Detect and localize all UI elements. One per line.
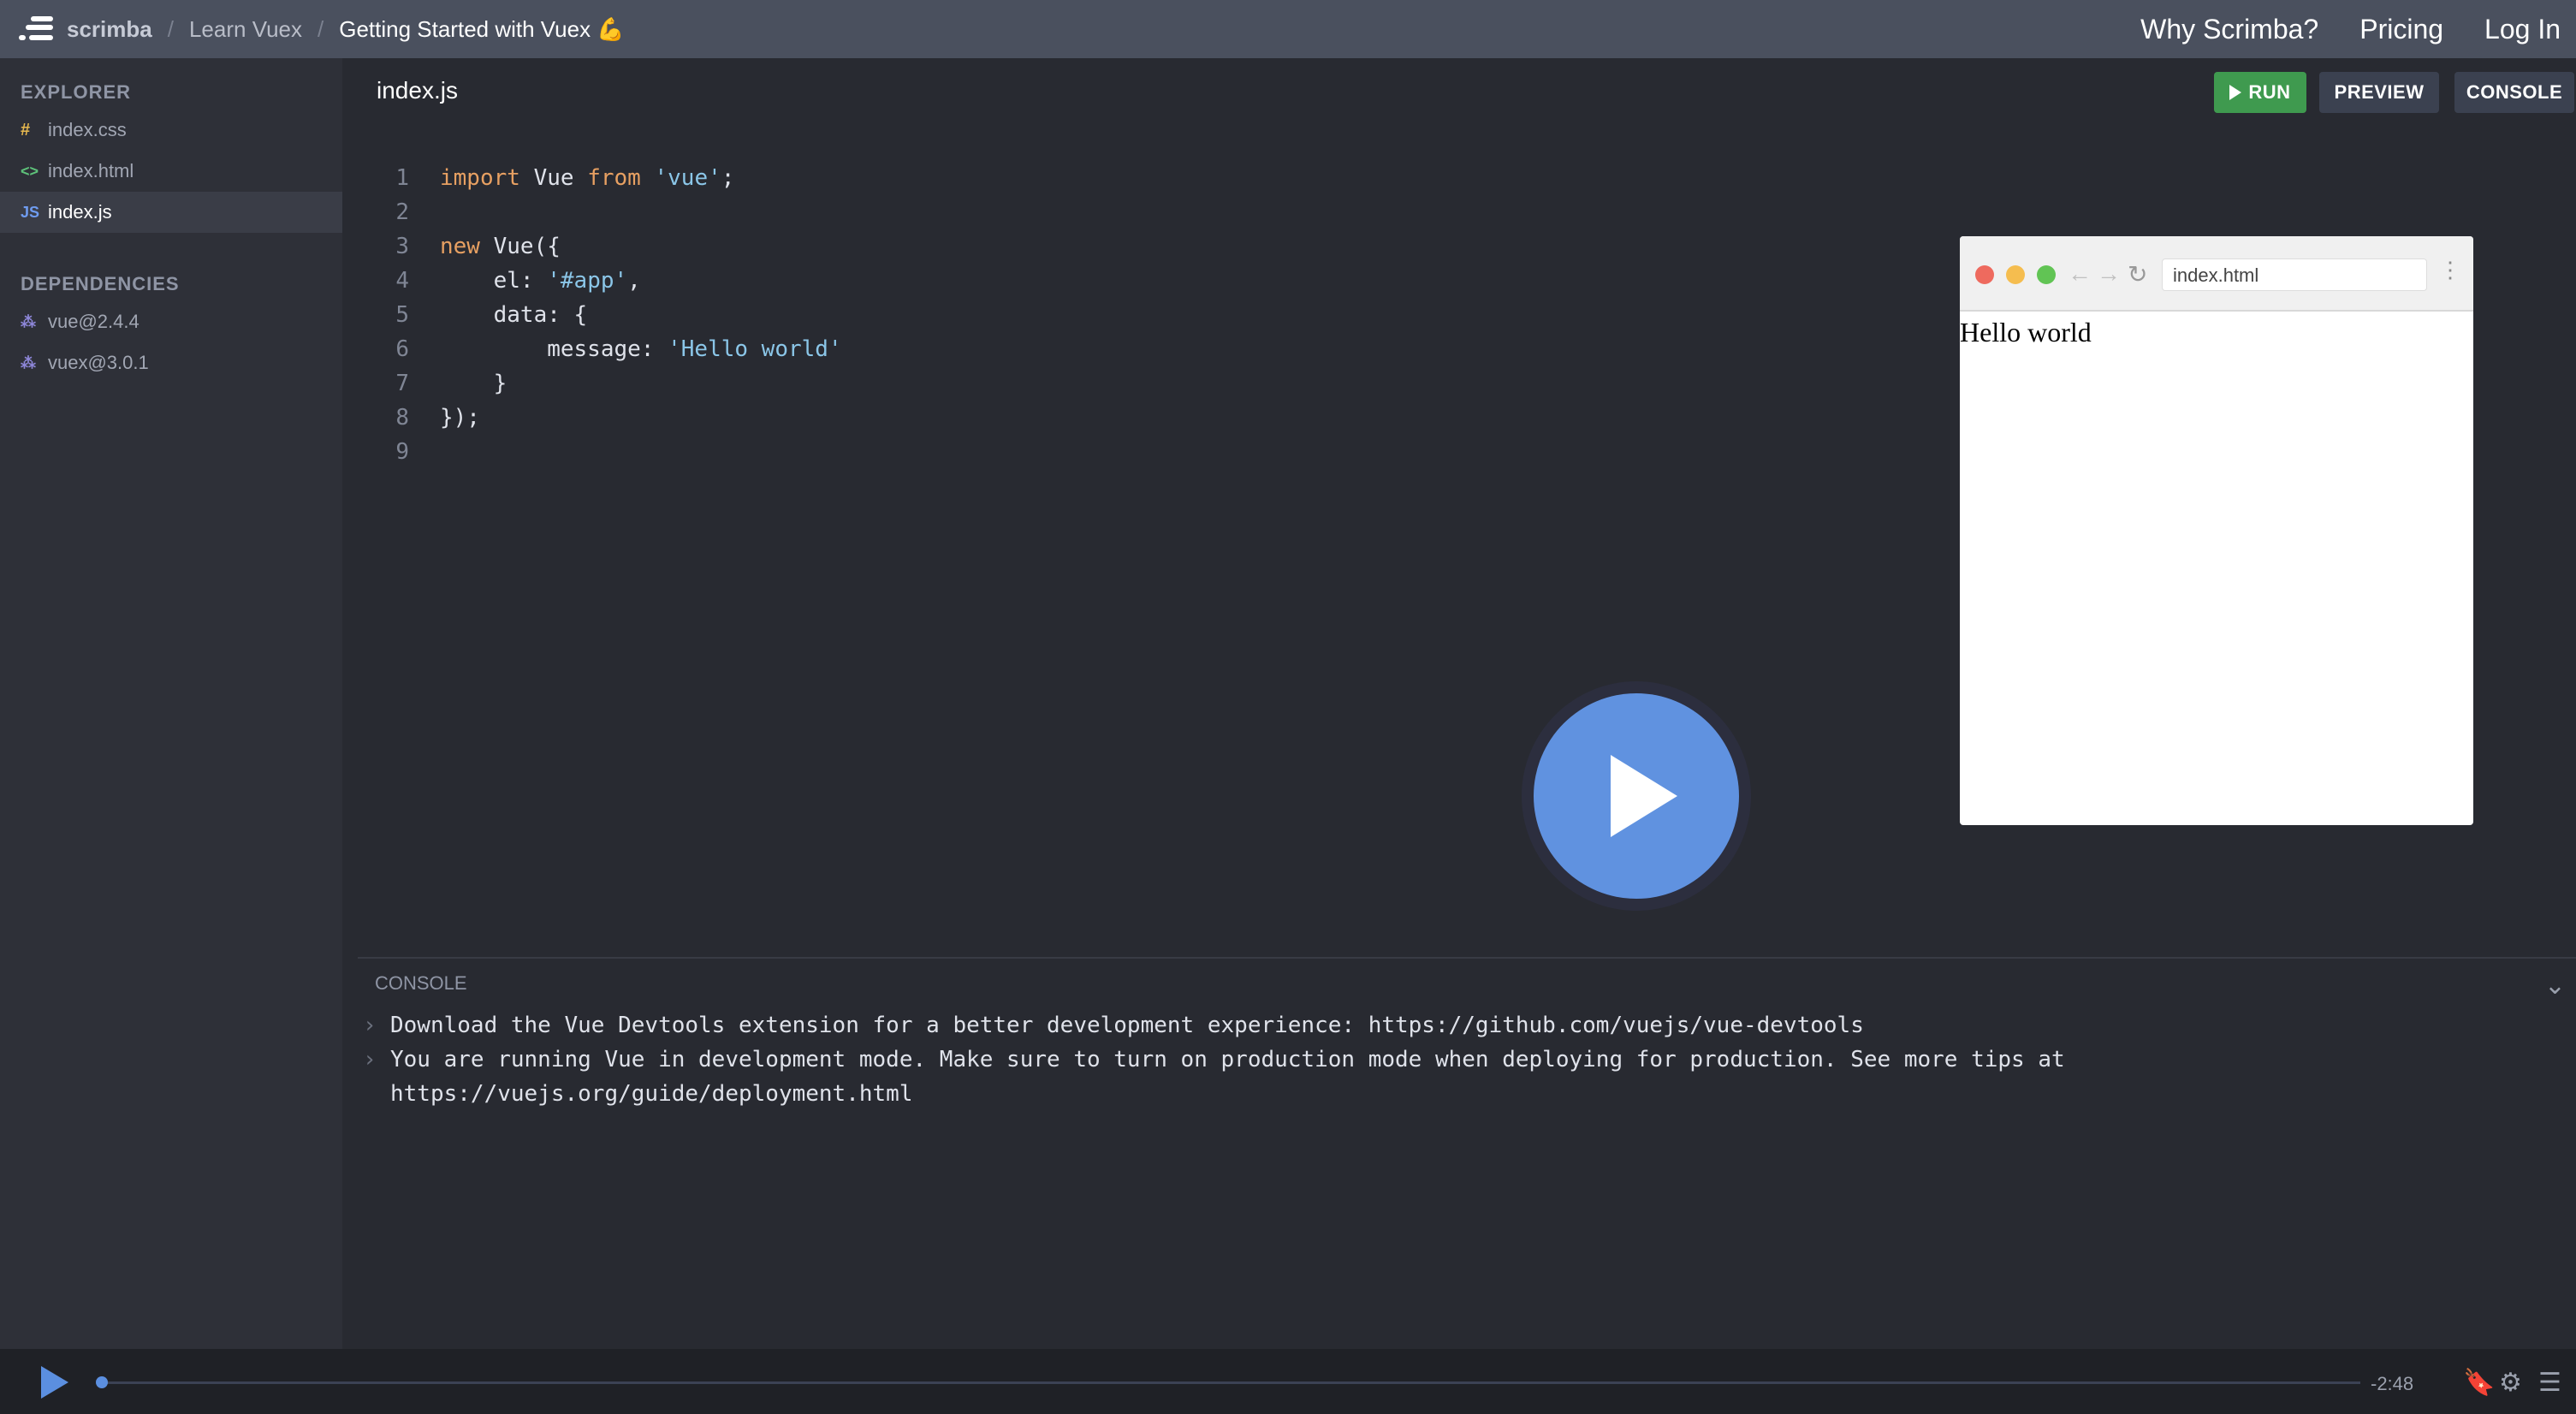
breadcrumb-lesson: Getting Started with Vuex 💪 [339,15,625,42]
code-line: 7 } [395,371,507,396]
play-icon [2229,85,2242,100]
top-bar: scrimba / Learn Vuex / Getting Started w… [0,0,2576,58]
css-file-icon: # [21,120,31,140]
chevron-down-icon[interactable]: ⌄ [2544,971,2566,1001]
code-line: 8}); [395,405,480,431]
reload-icon[interactable]: ↻ [2128,260,2147,288]
bookmark-icon[interactable]: 🔖 [2463,1368,2495,1398]
code-editor[interactable]: 1 import Vue from 'vue'; 2 3 new Vue({ 4 e… [342,161,842,469]
nav-pricing[interactable]: Pricing [2359,14,2443,45]
preview-window: ← → ↻ index.html ⋮ Hello world [1960,236,2473,825]
code-line: 1 import Vue from 'vue'; [395,165,735,191]
dependencies-heading: DEPENDENCIES [21,273,180,294]
nav-login[interactable]: Log In [2484,14,2561,45]
preview-content: Hello world [1960,317,2092,348]
file-index-css[interactable]: # index.css [0,110,342,151]
code-line: 4 el: '#app', [395,268,641,294]
settings-icon[interactable]: ⚙ [2499,1368,2522,1398]
breadcrumb-separator: / [318,15,324,42]
progress-handle[interactable] [96,1376,108,1388]
console-output: › Download the Vue Devtools extension fo… [358,1008,2065,1111]
maximize-dot-icon [2037,265,2056,284]
menu-icon[interactable]: ☰ [2538,1368,2561,1398]
code-line: 9 [395,439,409,465]
back-arrow-icon: ← [2068,260,2092,287]
top-nav: Why Scrimba? Pricing Log In [2140,0,2576,58]
console-line: › You are running Vue in development mod… [358,1043,2065,1077]
explorer-heading: EXPLORER [21,81,132,103]
package-icon: ⁂ [21,354,36,371]
run-button[interactable]: RUN [2214,72,2306,113]
kebab-menu-icon[interactable]: ⋮ [2439,257,2461,283]
breadcrumb-course[interactable]: Learn Vuex [189,16,302,43]
brand-name: scrimba [67,15,152,42]
package-icon: ⁂ [21,312,36,330]
play-icon[interactable] [41,1366,68,1399]
preview-toolbar: ← → ↻ index.html ⋮ [1960,236,2473,312]
file-label: index.html [48,160,134,181]
time-remaining: -2:48 [2371,1373,2414,1394]
console-button[interactable]: CONSOLE [2454,72,2574,113]
minimize-dot-icon [2006,265,2025,284]
scrimba-logo[interactable]: scrimba [19,15,152,44]
file-index-html[interactable]: <> index.html [0,151,342,192]
run-label: RUN [2248,81,2291,103]
chevron-right-icon: › [363,1047,377,1072]
console-line: https://vuejs.org/guide/deployment.html [390,1081,913,1107]
dependency-vuex[interactable]: ⁂ vuex@3.0.1 [0,342,342,383]
console-title: CONSOLE [375,972,467,994]
preview-button[interactable]: PREVIEW [2319,72,2439,113]
dependency-label: vuex@3.0.1 [48,352,149,373]
file-label: index.js [48,201,112,223]
progress-track[interactable] [101,1381,2360,1384]
play-icon [1611,755,1677,837]
code-line: 3 new Vue({ [395,234,561,259]
breadcrumb-separator: / [167,15,174,42]
code-line: 5 data: { [395,302,588,328]
dependency-label: vue@2.4.4 [48,311,139,332]
console-line: › Download the Vue Devtools extension fo… [358,1008,2065,1043]
code-line: 6 message: 'Hello world' [395,336,842,362]
file-label: index.css [48,119,127,140]
html-file-icon: <> [21,162,39,180]
js-file-icon: JS [21,203,40,221]
nav-why-scrimba[interactable]: Why Scrimba? [2140,14,2318,45]
code-line: 2 [395,199,409,225]
file-index-js[interactable]: JS index.js [0,192,342,233]
forward-arrow-icon: → [2097,260,2121,287]
scrimba-logo-icon [19,15,55,44]
preview-url-bar: index.html [2162,258,2427,291]
console-panel: CONSOLE ⌄ › Download the Vue Devtools ex… [358,957,2576,1352]
sidebar: EXPLORER # index.css <> index.html JS in… [0,58,342,1414]
dependency-vue[interactable]: ⁂ vue@2.4.4 [0,301,342,342]
big-play-button[interactable] [1534,693,1739,899]
chevron-right-icon: › [363,1013,377,1038]
player-bar: -2:48 🔖 ⚙ ☰ [0,1349,2576,1414]
close-dot-icon [1975,265,1994,284]
active-file-tab[interactable]: index.js [377,77,458,104]
